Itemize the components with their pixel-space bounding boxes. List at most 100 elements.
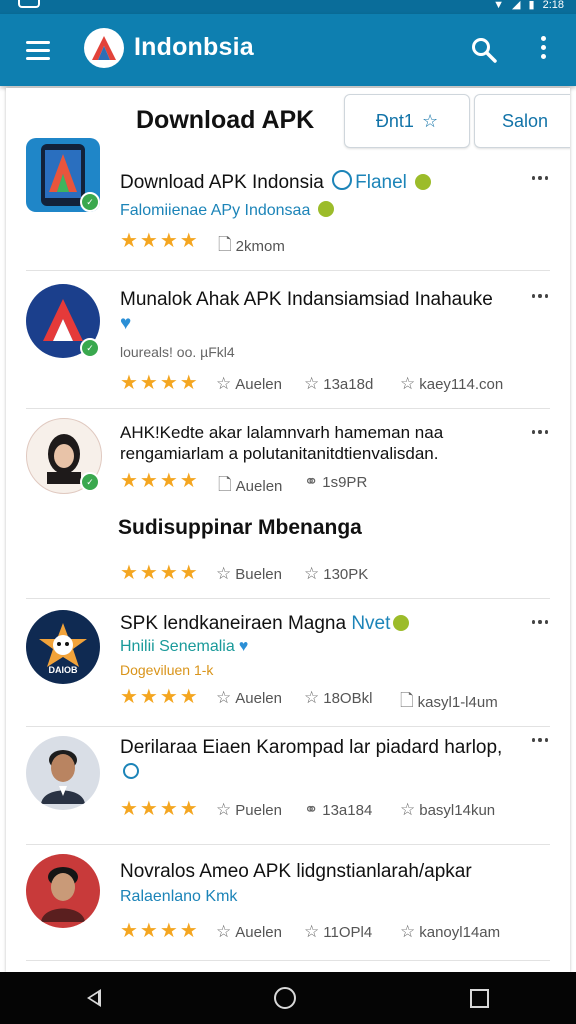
item-meta: ☆ 18OBkl [304,688,373,707]
item-meta: ⚭ 1s9PR [304,472,368,491]
page-icon: 🗋 [400,691,414,710]
item-meta: ☆ kanoyl14am [400,922,501,941]
list-item[interactable]: DAIOB SPK lendkaneiraen Magna Nvet Hnili… [26,598,550,727]
rating-stars: ★★★★ [120,562,200,584]
content-sheet: Download APK Ðnt1 ☆ Salon ✓ Download APK… [6,88,570,972]
rating-stars: ★★★★ [120,372,200,394]
app-logo-icon [84,28,124,68]
search-icon[interactable] [470,36,498,64]
item-title: SPK lendkaneiraen Magna Nvet [120,612,520,636]
app-title: Indonbsia [134,33,254,61]
app-bar: Indonbsia [0,14,576,86]
list-item[interactable]: ✓ AHK!Kedte akar lalamnvarh hameman naa … [26,408,550,599]
signal-icon: ◢ [512,0,521,11]
item-subtitle: Ralaenlano Kmk [120,888,238,905]
item-meta: ☆ 11OPl4 [304,922,373,941]
item-title: Derilaraa Eiaen Karompad lar piadard har… [120,736,520,784]
status-bar: ▼ ◢ ▮ 2:18 [0,0,576,14]
heart-icon: ♥ [238,638,249,655]
back-icon[interactable] [86,989,101,1007]
app-icon: ✓ [26,284,102,360]
list-item[interactable]: Derilaraa Eiaen Karompad lar piadard har… [26,726,550,845]
rating-stars: ★★★★ [120,470,200,492]
item-subtitle-2: Dogeviluen 1-k [120,662,214,678]
item-meta: ☆ Auelen [216,374,282,393]
heart-icon: ♥ [120,313,132,334]
notification-icon [18,0,40,8]
list-item[interactable]: ✓ Munalok Ahak APK Indansiamsiad Inahauk… [26,270,550,409]
smile-icon [332,170,353,190]
home-icon[interactable] [274,987,297,1009]
app-icon [26,736,102,812]
star-outline-icon: ☆ [216,688,232,707]
item-meta: ⚭ 13a184 [304,800,373,819]
star-outline-icon: ☆ [400,800,416,819]
item-subtitle: Falomiienae APy Indonsaa [120,201,337,220]
verified-icon [393,615,410,631]
app-icon: DAIOB [26,610,102,686]
item-meta: ☆ Buelen [216,564,282,583]
star-outline-icon: ☆ [216,800,232,819]
list-item[interactable]: ✓ Download APK Indonsia Flanel Falomiien… [26,138,550,271]
section-heading: Sudisuppinar Mbenanga [118,516,362,539]
menu-icon[interactable] [26,41,50,60]
item-subtitle: loureals! oo. µFkl4 [120,344,235,360]
smile-icon [123,763,139,779]
app-icon: ✓ [26,138,102,214]
recent-apps-icon[interactable] [470,988,490,1008]
link-icon: ⚭ [304,472,319,491]
rating-stars: ★★★★ [120,686,200,708]
bookmark-icon: ☆ [304,564,320,583]
star-outline-icon: ☆ [400,374,416,393]
item-meta: 🗋 Auelen [218,472,282,501]
link-icon: ⚭ [304,800,319,819]
item-title: Download APK Indonsia Flanel [120,170,520,195]
rating-stars: ★★★★ [120,798,200,820]
verified-badge-icon: ✓ [80,192,100,212]
system-nav-bar [0,972,576,1024]
bookmark-icon: ☆ [304,922,320,941]
star-outline-icon: ☆ [216,374,232,393]
item-title: AHK!Kedte akar lalamnvarh hameman naa re… [120,423,444,463]
star-outline-icon: ☆ [216,922,232,941]
battery-icon: ▮ [528,0,535,11]
item-meta: ☆ basyl14kun [400,800,496,819]
item-title: Munalok Ahak APK Indansiamsiad Inahauke ♥ [120,289,493,334]
item-more-icon[interactable] [532,430,548,440]
verified-icon [317,201,334,217]
bookmark-icon: ☆ [304,688,320,707]
item-meta: 🗋 2kmom [218,232,285,261]
item-meta: ☆ Puelen [216,800,282,819]
star-outline-icon: ☆ [216,564,232,583]
verified-badge-icon: ✓ [80,472,100,492]
page-title: Download APK [136,106,315,134]
bookmark-icon: ☆ [304,374,320,393]
app-icon [26,854,102,930]
item-meta: ☆ 130PK [304,564,369,583]
item-more-icon[interactable] [532,176,548,186]
rate-button-label: Ðnt1 [375,110,414,131]
app-icon: ✓ [26,418,102,494]
star-outline-icon: ☆ [421,110,439,131]
list-item[interactable]: Novralos Ameo APK lidgnstianlarah/apkar … [26,844,550,961]
item-more-icon[interactable] [532,294,548,304]
svg-text:DAIOB: DAIOB [49,665,79,675]
verified-badge-icon: ✓ [80,338,100,358]
verified-icon [415,174,432,190]
item-meta: ☆ 13a18d [304,374,374,393]
status-icons: ▼ ◢ ▮ 2:18 [493,0,564,11]
rating-stars: ★★★★ [120,920,200,942]
sale-button-label: Salon [501,110,549,131]
wifi-icon: ▼ [493,0,505,11]
overflow-menu-icon[interactable] [536,36,550,64]
rating-stars: ★★★★ [120,230,200,252]
item-meta: ☆ Auelen [216,922,282,941]
item-title: Novralos Ameo APK lidgnstianlarah/apkar [120,861,472,882]
item-meta: ☆ Auelen [216,688,282,707]
item-meta: 🗋 kasyl1-l4um [400,688,498,717]
star-outline-icon: ☆ [400,922,416,941]
status-time: 2:18 [542,0,564,11]
item-more-icon[interactable] [532,620,548,630]
item-more-icon[interactable] [532,738,548,748]
item-meta: ☆ kaey114.con [400,374,504,393]
